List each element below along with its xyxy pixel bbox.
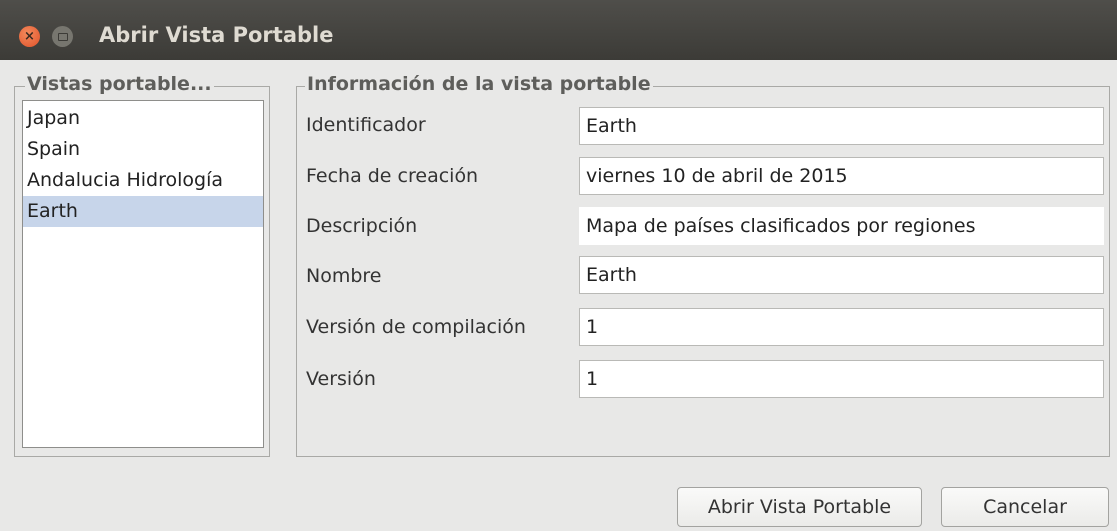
build-version-label: Versión de compilación: [306, 316, 526, 338]
list-item-earth[interactable]: Earth: [23, 196, 263, 227]
description-label: Descripción: [306, 215, 418, 237]
window-title: Abrir Vista Portable: [99, 23, 334, 47]
build-version-field[interactable]: 1: [579, 308, 1104, 346]
open-portable-view-button[interactable]: Abrir Vista Portable: [677, 487, 922, 527]
view-info-group-title: Información de la vista portable: [305, 73, 653, 95]
title-bar: × Abrir Vista Portable: [0, 0, 1117, 60]
minimize-icon: [57, 32, 68, 41]
close-window-button[interactable]: ×: [19, 26, 40, 47]
identifier-field[interactable]: Earth: [579, 107, 1104, 145]
list-item-spain[interactable]: Spain: [23, 134, 263, 165]
name-label: Nombre: [306, 265, 382, 287]
name-field[interactable]: Earth: [579, 256, 1104, 294]
list-item-japan[interactable]: Japan: [23, 103, 263, 134]
list-item-andalucia-hidrologia[interactable]: Andalucia Hidrología: [23, 165, 263, 196]
portable-views-list[interactable]: Japan Spain Andalucia Hidrología Earth: [22, 100, 264, 448]
version-field[interactable]: 1: [579, 360, 1104, 398]
close-icon: ×: [24, 29, 35, 44]
minimize-window-button[interactable]: [52, 26, 73, 47]
description-field[interactable]: Mapa de países clasificados por regiones: [579, 207, 1104, 245]
portable-views-group-title: Vistas portable...: [25, 73, 214, 95]
cancel-button[interactable]: Cancelar: [941, 487, 1109, 527]
creation-date-field[interactable]: viernes 10 de abril de 2015: [579, 157, 1104, 195]
identifier-label: Identificador: [306, 114, 426, 136]
creation-date-label: Fecha de creación: [306, 165, 479, 187]
version-label: Versión: [306, 368, 376, 390]
